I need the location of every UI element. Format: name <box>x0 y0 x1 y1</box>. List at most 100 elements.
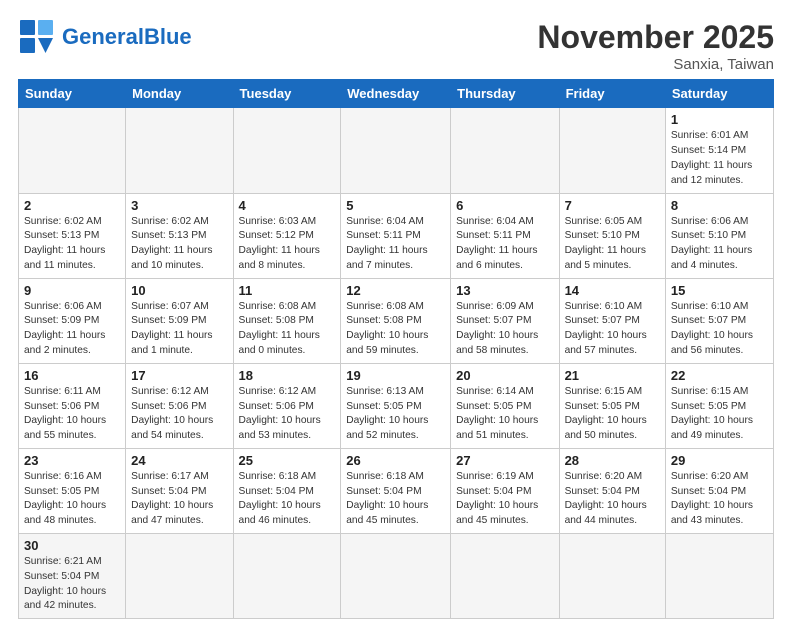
calendar-cell: 24 Sunrise: 6:17 AM Sunset: 5:04 PM Dayli… <box>126 448 233 533</box>
day-number: 20 <box>456 368 553 383</box>
logo-icon <box>18 18 56 56</box>
day-number: 23 <box>24 453 120 468</box>
day-number: 15 <box>671 283 768 298</box>
day-number: 13 <box>456 283 553 298</box>
day-number: 5 <box>346 198 445 213</box>
calendar-cell <box>233 108 341 193</box>
calendar-cell <box>233 534 341 619</box>
calendar-week-row: 9 Sunrise: 6:06 AM Sunset: 5:09 PM Daylig… <box>19 278 774 363</box>
calendar-week-row: 23 Sunrise: 6:16 AM Sunset: 5:05 PM Dayli… <box>19 448 774 533</box>
day-number: 19 <box>346 368 445 383</box>
calendar-cell: 23 Sunrise: 6:16 AM Sunset: 5:05 PM Dayli… <box>19 448 126 533</box>
day-info: Sunrise: 6:15 AM Sunset: 5:05 PM Dayligh… <box>671 385 768 444</box>
day-info: Sunrise: 6:06 AM Sunset: 5:09 PM Dayligh… <box>24 300 120 359</box>
day-number: 21 <box>565 368 660 383</box>
day-info: Sunrise: 6:08 AM Sunset: 5:08 PM Dayligh… <box>346 300 445 359</box>
day-info: Sunrise: 6:10 AM Sunset: 5:07 PM Dayligh… <box>565 300 660 359</box>
calendar-cell <box>559 108 665 193</box>
logo: GeneralBlue <box>18 18 192 56</box>
calendar-cell <box>341 534 451 619</box>
calendar-cell: 30 Sunrise: 6:21 AM Sunset: 5:04 PM Dayli… <box>19 534 126 619</box>
calendar-cell: 15 Sunrise: 6:10 AM Sunset: 5:07 PM Dayli… <box>665 278 773 363</box>
day-info: Sunrise: 6:16 AM Sunset: 5:05 PM Dayligh… <box>24 470 120 529</box>
day-info: Sunrise: 6:08 AM Sunset: 5:08 PM Dayligh… <box>239 300 336 359</box>
header-monday: Monday <box>126 80 233 108</box>
header-tuesday: Tuesday <box>233 80 341 108</box>
calendar-cell: 14 Sunrise: 6:10 AM Sunset: 5:07 PM Dayli… <box>559 278 665 363</box>
day-number: 3 <box>131 198 227 213</box>
calendar-cell: 7Sunrise: 6:05 AM Sunset: 5:10 PM Daylig… <box>559 193 665 278</box>
day-number: 11 <box>239 283 336 298</box>
day-info: Sunrise: 6:04 AM Sunset: 5:11 PM Dayligh… <box>346 215 445 274</box>
day-number: 18 <box>239 368 336 383</box>
day-number: 22 <box>671 368 768 383</box>
calendar-cell: 28 Sunrise: 6:20 AM Sunset: 5:04 PM Dayli… <box>559 448 665 533</box>
day-info: Sunrise: 6:06 AM Sunset: 5:10 PM Dayligh… <box>671 215 768 274</box>
day-info: Sunrise: 6:13 AM Sunset: 5:05 PM Dayligh… <box>346 385 445 444</box>
calendar-cell <box>559 534 665 619</box>
calendar-cell <box>19 108 126 193</box>
day-info: Sunrise: 6:09 AM Sunset: 5:07 PM Dayligh… <box>456 300 553 359</box>
calendar-cell: 27Sunrise: 6:19 AM Sunset: 5:04 PM Dayli… <box>451 448 559 533</box>
day-number: 30 <box>24 538 120 553</box>
day-info: Sunrise: 6:18 AM Sunset: 5:04 PM Dayligh… <box>239 470 336 529</box>
subtitle: Sanxia, Taiwan <box>537 56 774 73</box>
calendar-cell <box>451 108 559 193</box>
calendar-week-row: 1 Sunrise: 6:01 AM Sunset: 5:14 PM Daylig… <box>19 108 774 193</box>
calendar-cell <box>126 534 233 619</box>
day-info: Sunrise: 6:12 AM Sunset: 5:06 PM Dayligh… <box>239 385 336 444</box>
day-info: Sunrise: 6:15 AM Sunset: 5:05 PM Dayligh… <box>565 385 660 444</box>
calendar-table: SundayMondayTuesdayWednesdayThursdayFrid… <box>18 79 774 619</box>
calendar-cell: 6Sunrise: 6:04 AM Sunset: 5:11 PM Daylig… <box>451 193 559 278</box>
day-number: 1 <box>671 112 768 127</box>
day-number: 7 <box>565 198 660 213</box>
title-block: November 2025 Sanxia, Taiwan <box>537 18 774 73</box>
day-number: 16 <box>24 368 120 383</box>
calendar-cell <box>341 108 451 193</box>
day-number: 25 <box>239 453 336 468</box>
day-info: Sunrise: 6:21 AM Sunset: 5:04 PM Dayligh… <box>24 555 120 614</box>
day-info: Sunrise: 6:01 AM Sunset: 5:14 PM Dayligh… <box>671 129 768 188</box>
day-info: Sunrise: 6:10 AM Sunset: 5:07 PM Dayligh… <box>671 300 768 359</box>
header-wednesday: Wednesday <box>341 80 451 108</box>
calendar-cell: 29Sunrise: 6:20 AM Sunset: 5:04 PM Dayli… <box>665 448 773 533</box>
day-number: 14 <box>565 283 660 298</box>
calendar-cell: 9 Sunrise: 6:06 AM Sunset: 5:09 PM Daylig… <box>19 278 126 363</box>
calendar-week-row: 30 Sunrise: 6:21 AM Sunset: 5:04 PM Dayli… <box>19 534 774 619</box>
day-number: 2 <box>24 198 120 213</box>
day-info: Sunrise: 6:02 AM Sunset: 5:13 PM Dayligh… <box>131 215 227 274</box>
day-number: 10 <box>131 283 227 298</box>
calendar-cell: 26Sunrise: 6:18 AM Sunset: 5:04 PM Dayli… <box>341 448 451 533</box>
day-info: Sunrise: 6:17 AM Sunset: 5:04 PM Dayligh… <box>131 470 227 529</box>
calendar-cell <box>126 108 233 193</box>
header-thursday: Thursday <box>451 80 559 108</box>
logo-blue: Blue <box>144 24 192 49</box>
calendar-cell: 21 Sunrise: 6:15 AM Sunset: 5:05 PM Dayli… <box>559 363 665 448</box>
day-number: 6 <box>456 198 553 213</box>
day-number: 9 <box>24 283 120 298</box>
calendar-cell: 5 Sunrise: 6:04 AM Sunset: 5:11 PM Daylig… <box>341 193 451 278</box>
calendar-cell: 4Sunrise: 6:03 AM Sunset: 5:12 PM Daylig… <box>233 193 341 278</box>
day-number: 26 <box>346 453 445 468</box>
calendar-cell <box>665 534 773 619</box>
day-number: 4 <box>239 198 336 213</box>
day-info: Sunrise: 6:12 AM Sunset: 5:06 PM Dayligh… <box>131 385 227 444</box>
month-title: November 2025 <box>537 18 774 56</box>
day-number: 8 <box>671 198 768 213</box>
day-number: 24 <box>131 453 227 468</box>
day-number: 28 <box>565 453 660 468</box>
calendar-cell: 17Sunrise: 6:12 AM Sunset: 5:06 PM Dayli… <box>126 363 233 448</box>
day-info: Sunrise: 6:02 AM Sunset: 5:13 PM Dayligh… <box>24 215 120 274</box>
calendar-cell: 19 Sunrise: 6:13 AM Sunset: 5:05 PM Dayli… <box>341 363 451 448</box>
calendar-cell: 11 Sunrise: 6:08 AM Sunset: 5:08 PM Dayli… <box>233 278 341 363</box>
calendar-cell: 1 Sunrise: 6:01 AM Sunset: 5:14 PM Daylig… <box>665 108 773 193</box>
logo-text: GeneralBlue <box>62 25 192 49</box>
day-number: 27 <box>456 453 553 468</box>
calendar-cell: 16Sunrise: 6:11 AM Sunset: 5:06 PM Dayli… <box>19 363 126 448</box>
calendar-cell: 12Sunrise: 6:08 AM Sunset: 5:08 PM Dayli… <box>341 278 451 363</box>
calendar-cell <box>451 534 559 619</box>
calendar-cell: 13 Sunrise: 6:09 AM Sunset: 5:07 PM Dayli… <box>451 278 559 363</box>
calendar-week-row: 16Sunrise: 6:11 AM Sunset: 5:06 PM Dayli… <box>19 363 774 448</box>
day-info: Sunrise: 6:20 AM Sunset: 5:04 PM Dayligh… <box>565 470 660 529</box>
calendar-cell: 2 Sunrise: 6:02 AM Sunset: 5:13 PM Daylig… <box>19 193 126 278</box>
